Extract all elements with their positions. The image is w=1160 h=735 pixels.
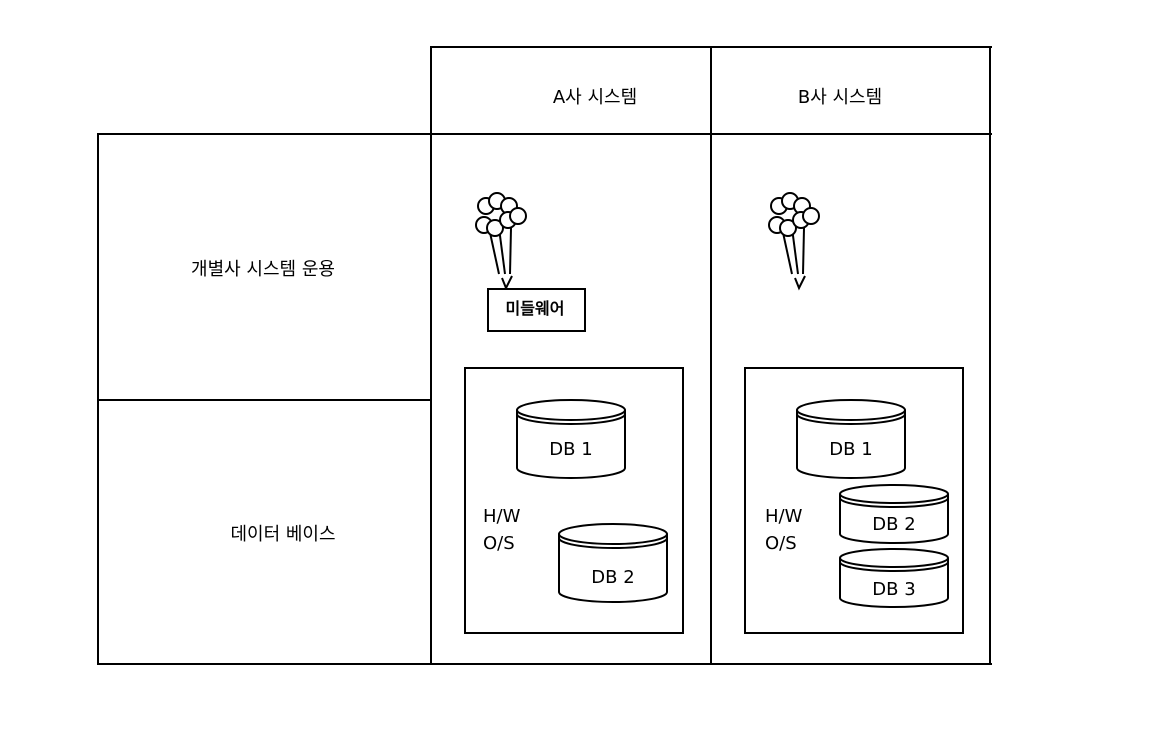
a-os-label: O/S: [483, 535, 515, 553]
grid-line: [97, 133, 99, 665]
users-icon: [466, 188, 536, 288]
b-db3-cylinder: DB 3: [838, 548, 950, 608]
a-db2-cylinder: DB 2: [557, 522, 669, 604]
b-db2-label: DB 2: [872, 516, 915, 534]
b-db2-cylinder: DB 2: [838, 484, 950, 544]
middleware-label: 미들웨어: [506, 301, 565, 317]
a-hw-label: H/W: [483, 508, 520, 526]
a-db1-cylinder: DB 1: [515, 398, 627, 480]
grid-line: [989, 46, 991, 665]
header-a-system: A사 시스템: [553, 89, 637, 107]
users-icon: [759, 188, 829, 288]
grid-line: [430, 46, 432, 665]
grid-line: [97, 133, 992, 135]
b-db3-label: DB 3: [872, 581, 915, 599]
middleware-box: 미들웨어: [487, 288, 586, 332]
row-label-operation: 개별사 시스템 운용: [191, 261, 335, 279]
b-hw-label: H/W: [765, 508, 802, 526]
header-b-system: B사 시스템: [798, 89, 882, 107]
a-db1-label: DB 1: [549, 441, 592, 459]
grid-line: [710, 46, 712, 665]
grid-line: [97, 663, 992, 665]
b-os-label: O/S: [765, 535, 797, 553]
b-db1-label: DB 1: [829, 441, 872, 459]
b-db1-cylinder: DB 1: [795, 398, 907, 480]
row-label-database: 데이터 베이스: [230, 526, 335, 544]
database-icon: [557, 522, 669, 604]
grid-line: [97, 399, 431, 401]
a-db2-label: DB 2: [591, 569, 634, 587]
